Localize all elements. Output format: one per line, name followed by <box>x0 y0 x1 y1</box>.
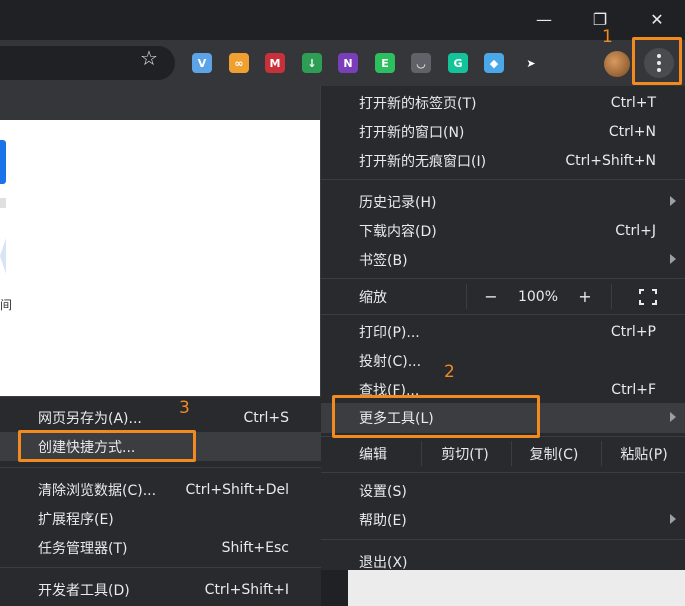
submenu-item-extensions[interactable]: 扩展程序(E) <box>0 504 321 533</box>
submenu-arrow-icon <box>670 196 676 206</box>
more-tools-submenu: 网页另存为(A)... Ctrl+S 创建快捷方式... 清除浏览数据(C)..… <box>0 396 321 606</box>
annotation-number-3: 3 <box>179 398 190 418</box>
menu-item-help[interactable]: 帮助(E) <box>321 505 685 534</box>
menu-zoom-row: 缩放 − 100% + <box>321 282 685 311</box>
submenu-item-clear-data[interactable]: 清除浏览数据(C)... Ctrl+Shift+Del <box>0 475 321 504</box>
restore-button[interactable]: ❐ <box>577 0 623 38</box>
title-bar: — ❐ ✕ <box>0 0 685 40</box>
evernote-ext-icon[interactable]: E <box>375 53 395 73</box>
submenu-item-save-page[interactable]: 网页另存为(A)... Ctrl+S <box>0 403 321 432</box>
menu-item-bookmarks[interactable]: 书签(B) <box>321 245 685 274</box>
pocket-ext-icon[interactable]: ◡ <box>411 53 431 73</box>
menu-separator <box>321 179 685 180</box>
zoom-value: 100% <box>517 288 559 305</box>
chrome-main-menu: 打开新的标签页(T) Ctrl+T 打开新的窗口(N) Ctrl+N 打开新的无… <box>320 86 685 571</box>
paste-button[interactable]: 粘贴(P) <box>602 439 685 468</box>
submenu-arrow-icon <box>670 412 676 422</box>
menu-item-history[interactable]: 历史记录(H) <box>321 187 685 216</box>
zoom-label: 缩放 <box>359 289 387 306</box>
annotation-box-2 <box>332 395 540 438</box>
fullscreen-icon <box>639 288 657 305</box>
annotation-number-2: 2 <box>444 362 455 382</box>
vivaldi-ext-icon[interactable]: V <box>192 53 212 73</box>
submenu-separator <box>0 567 321 568</box>
edit-label: 编辑 <box>359 446 387 463</box>
fullscreen-button[interactable] <box>631 282 665 311</box>
annotation-number-1: 1 <box>602 27 613 47</box>
annotation-box-3 <box>18 430 196 462</box>
page-text-fragment: 间 <box>0 298 13 312</box>
mendeley-ext-icon[interactable]: M <box>265 53 285 73</box>
page-content: 间 <box>0 120 320 396</box>
menu-separator <box>321 539 685 540</box>
submenu-arrow-icon <box>670 514 676 524</box>
menu-item-new-incognito[interactable]: 打开新的无痕窗口(I) Ctrl+Shift+N <box>321 146 685 175</box>
bookmark-pin-ext-icon[interactable]: ↓ <box>302 53 322 73</box>
menu-separator <box>321 278 685 279</box>
cut-button[interactable]: 剪切(T) <box>422 439 508 468</box>
submenu-item-task-manager[interactable]: 任务管理器(T) Shift+Esc <box>0 533 321 562</box>
bookmark-bar <box>0 86 320 120</box>
copy-button[interactable]: 复制(C) <box>512 439 596 468</box>
zoom-divider <box>611 284 612 309</box>
bookmark-star-icon[interactable]: ☆ <box>140 46 158 70</box>
menu-separator <box>321 472 685 473</box>
menu-item-exit[interactable]: 退出(X) <box>321 547 685 576</box>
infinity-ext-icon[interactable]: ∞ <box>229 53 249 73</box>
submenu-arrow-icon <box>670 254 676 264</box>
page-shape <box>0 238 6 274</box>
menu-item-print[interactable]: 打印(P)... Ctrl+P <box>321 317 685 346</box>
submenu-item-dev-tools[interactable]: 开发者工具(D) Ctrl+Shift+I <box>0 575 321 604</box>
menu-item-settings[interactable]: 设置(S) <box>321 476 685 505</box>
menu-item-new-tab[interactable]: 打开新的标签页(T) Ctrl+T <box>321 88 685 117</box>
browser-toolbar: ☆ V ∞ M ↓ N E ◡ G ◆ ➤ <box>0 40 685 86</box>
zoom-divider <box>466 284 467 309</box>
menu-separator <box>321 314 685 315</box>
zoom-out-button[interactable]: − <box>476 282 506 311</box>
menu-item-downloads[interactable]: 下载内容(D) Ctrl+J <box>321 216 685 245</box>
menu-edit-row: 编辑 剪切(T) 复制(C) 粘贴(P) <box>321 439 685 468</box>
page-blue-element <box>0 140 6 184</box>
zoom-in-button[interactable]: + <box>570 282 600 311</box>
minimize-button[interactable]: — <box>521 0 567 38</box>
menu-item-cast[interactable]: 投射(C)... <box>321 346 685 375</box>
cursor-ext-icon[interactable]: ➤ <box>521 53 541 73</box>
onenote-ext-icon[interactable]: N <box>338 53 358 73</box>
diamond-ext-icon[interactable]: ◆ <box>484 53 504 73</box>
submenu-separator <box>0 467 321 468</box>
profile-avatar[interactable] <box>604 51 630 77</box>
menu-item-new-window[interactable]: 打开新的窗口(N) Ctrl+N <box>321 117 685 146</box>
close-button[interactable]: ✕ <box>634 0 680 38</box>
grammarly-ext-icon[interactable]: G <box>448 53 468 73</box>
annotation-box-1 <box>632 37 682 85</box>
page-gray-line <box>0 198 6 208</box>
